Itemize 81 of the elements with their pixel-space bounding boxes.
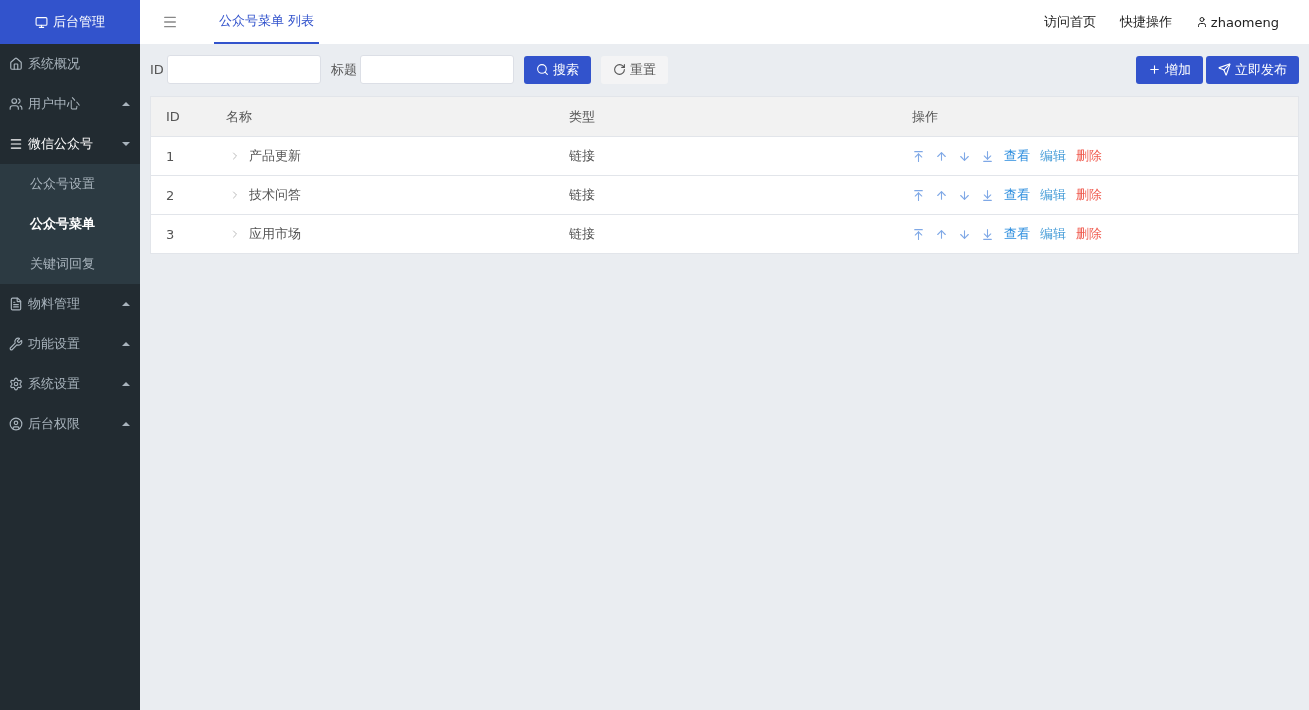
delete-link[interactable]: 删除: [1076, 147, 1102, 165]
column-header: 操作: [912, 107, 939, 126]
nav-icon: [9, 97, 23, 111]
nav-item[interactable]: 微信公众号: [0, 124, 140, 164]
arrow-to-bottom-icon[interactable]: [981, 149, 994, 163]
nav-label: 功能设置: [28, 335, 81, 353]
arrow-to-top-icon[interactable]: [912, 149, 925, 163]
caret-icon: [122, 102, 130, 106]
arrow-up-icon[interactable]: [935, 149, 948, 163]
column-header: 类型: [569, 107, 596, 126]
table-cell-text: 链接: [569, 225, 596, 243]
publish-button[interactable]: 立即发布: [1206, 55, 1299, 84]
submenu-item[interactable]: 公众号菜单: [0, 204, 140, 244]
table-cell: 产品更新: [249, 147, 301, 165]
caret-icon: [122, 422, 130, 426]
arrow-down-icon[interactable]: [958, 149, 971, 163]
view-link[interactable]: 查看: [1004, 147, 1030, 165]
nav-label: 后台权限: [28, 415, 81, 433]
caret-icon: [122, 382, 130, 386]
nav-label: 微信公众号: [28, 135, 94, 153]
arrow-to-top-icon[interactable]: [912, 188, 925, 202]
delete-link[interactable]: 删除: [1076, 186, 1102, 204]
table-cell-text: 3: [166, 226, 176, 242]
caret-icon: [122, 302, 130, 306]
nav-item[interactable]: 用户中心: [0, 84, 140, 124]
nav-icon: [9, 57, 23, 71]
search-button[interactable]: 搜索: [523, 55, 591, 84]
header-link[interactable]: 访问首页: [1043, 13, 1096, 31]
arrow-down-icon[interactable]: [958, 227, 971, 241]
caret-icon: [122, 142, 130, 146]
header-link[interactable]: 快捷操作: [1119, 13, 1172, 31]
arrow-to-bottom-icon[interactable]: [981, 227, 994, 241]
tab[interactable]: 公众号菜单 列表: [214, 0, 320, 44]
table-cell: 应用市场: [249, 225, 301, 243]
nav-label: 物料管理: [28, 295, 81, 313]
delete-link[interactable]: 删除: [1076, 225, 1102, 243]
add-button[interactable]: 增加: [1136, 55, 1203, 84]
arrow-up-icon[interactable]: [935, 227, 948, 241]
arrow-down-icon[interactable]: [958, 188, 971, 202]
filter-label: ID: [150, 62, 164, 77]
nav-item[interactable]: 系统设置: [0, 364, 140, 404]
arrow-to-bottom-icon[interactable]: [981, 188, 994, 202]
view-link[interactable]: 查看: [1004, 225, 1030, 243]
nav-label: 系统设置: [28, 375, 81, 393]
nav-icon: [9, 337, 23, 351]
table-cell-text: 2: [166, 187, 176, 203]
nav-item[interactable]: 系统概况: [0, 44, 140, 84]
plus-icon: [1148, 63, 1161, 76]
user-icon: [1195, 16, 1208, 28]
paper-plane-icon: [1218, 63, 1231, 76]
nav-item[interactable]: 物料管理: [0, 284, 140, 324]
submenu-item[interactable]: 公众号设置: [0, 164, 140, 204]
table-cell-text: 1: [166, 148, 176, 164]
nav-icon: [9, 297, 23, 311]
monitor-icon: [35, 15, 48, 29]
input-field[interactable]: [166, 55, 321, 84]
column-header: ID: [166, 109, 181, 124]
arrow-up-icon[interactable]: [935, 188, 948, 202]
menu-icon[interactable]: [162, 14, 178, 30]
reset-button[interactable]: 重置: [600, 55, 668, 84]
arrow-to-top-icon[interactable]: [912, 227, 925, 241]
nav-item[interactable]: 功能设置: [0, 324, 140, 364]
nav-icon: [9, 377, 23, 391]
reset-icon: [612, 63, 626, 76]
column-header: 名称: [226, 107, 253, 126]
table-cell-text: 链接: [569, 186, 596, 204]
search-icon: [535, 63, 549, 76]
nav-item[interactable]: 后台权限: [0, 404, 140, 444]
brand-title[interactable]: 后台管理: [0, 0, 140, 44]
input-field[interactable]: [359, 55, 514, 84]
nav-icon: [9, 137, 23, 151]
table-cell-text: 链接: [569, 147, 596, 165]
nav-label: 系统概况: [28, 55, 81, 73]
view-link[interactable]: 查看: [1004, 186, 1030, 204]
nav-label: 用户中心: [28, 95, 81, 113]
submenu-item[interactable]: 关键词回复: [0, 244, 140, 284]
user-menu[interactable]: zhaomeng: [1195, 14, 1279, 30]
caret-icon: [122, 342, 130, 346]
nav-icon: [9, 417, 23, 431]
filter-label: 标题: [330, 60, 357, 79]
table-cell: 技术问答: [249, 186, 301, 204]
